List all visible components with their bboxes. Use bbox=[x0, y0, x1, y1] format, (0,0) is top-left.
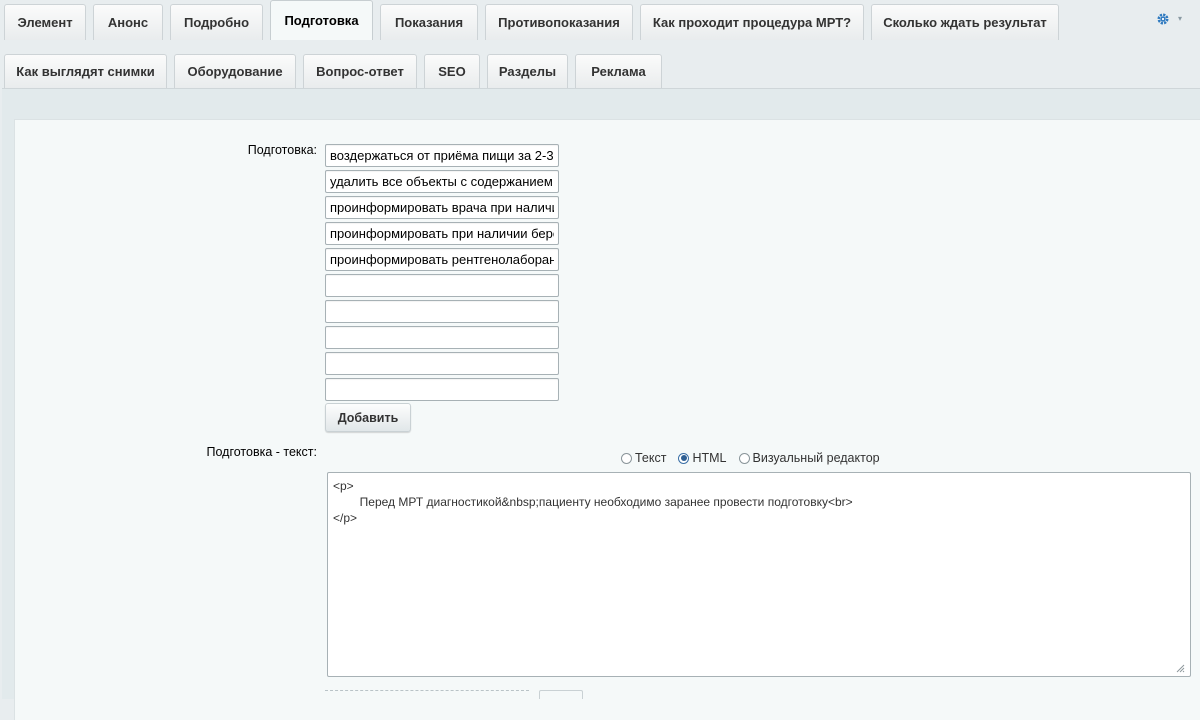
prep-text-label: Подготовка - текст: bbox=[206, 445, 318, 459]
tab-seo[interactable]: SEO bbox=[424, 54, 480, 88]
mode-text-label: Текст bbox=[635, 451, 667, 465]
tab-details[interactable]: Подробно bbox=[170, 4, 263, 40]
radio-icon[interactable] bbox=[621, 452, 632, 464]
tab-bar-secondary: Как выглядят снимки Оборудование Вопрос-… bbox=[0, 52, 1200, 88]
prep-item-input[interactable] bbox=[325, 144, 559, 167]
tab-procedure[interactable]: Как проходит процедура МРТ? bbox=[640, 4, 864, 40]
prep-item-input[interactable] bbox=[325, 326, 559, 349]
prep-item-input[interactable] bbox=[325, 352, 559, 375]
chevron-down-icon[interactable]: ▾ bbox=[1178, 14, 1182, 23]
editor-mode-switch: Текст HTML Визуальный редактор bbox=[621, 451, 892, 465]
prep-item-input[interactable] bbox=[325, 196, 559, 219]
tab-sections[interactable]: Разделы bbox=[487, 54, 568, 88]
html-editor-textarea[interactable]: <p> Перед МРТ диагностикой&nbsp;пациенту… bbox=[327, 472, 1191, 677]
tab-equipment[interactable]: Оборудование bbox=[174, 54, 296, 88]
tab-results-wait[interactable]: Сколько ждать результат bbox=[871, 4, 1059, 40]
prep-item-input[interactable] bbox=[325, 274, 559, 297]
tab-ads[interactable]: Реклама bbox=[575, 54, 662, 88]
tab-panel: Подготовка: Добавить Подготовка - текст:… bbox=[2, 88, 1200, 720]
tab-bar-primary: Элемент Анонс Подробно Подготовка Показа… bbox=[0, 0, 1200, 40]
prep-item-input[interactable] bbox=[325, 222, 559, 245]
prep-item-input[interactable] bbox=[325, 378, 559, 401]
tab-images[interactable]: Как выглядят снимки bbox=[4, 54, 167, 88]
resize-grip-icon[interactable] bbox=[1175, 663, 1185, 673]
mode-visual-label: Визуальный редактор bbox=[752, 451, 880, 465]
tab-element[interactable]: Элемент bbox=[4, 4, 86, 40]
prep-item-input[interactable] bbox=[325, 300, 559, 323]
mode-text-radio[interactable]: Текст bbox=[621, 451, 666, 465]
radio-icon[interactable] bbox=[738, 452, 750, 464]
prep-item-input[interactable] bbox=[325, 248, 559, 271]
tab-indications[interactable]: Показания bbox=[380, 4, 478, 40]
mode-visual-radio[interactable]: Визуальный редактор bbox=[738, 451, 880, 465]
gear-icon[interactable] bbox=[1154, 10, 1172, 28]
add-button[interactable]: Добавить bbox=[325, 403, 411, 432]
prep-label: Подготовка: bbox=[247, 143, 317, 157]
tab-faq[interactable]: Вопрос-ответ bbox=[303, 54, 417, 88]
tab-anons[interactable]: Анонс bbox=[93, 4, 163, 40]
prep-item-input[interactable] bbox=[325, 170, 559, 193]
radio-checked-icon[interactable] bbox=[678, 452, 690, 464]
mode-html-radio[interactable]: HTML bbox=[678, 451, 727, 465]
mode-html-label: HTML bbox=[692, 451, 727, 465]
tab-contraindications[interactable]: Противопоказания bbox=[485, 4, 633, 40]
form-area: Подготовка: Добавить Подготовка - текст:… bbox=[14, 119, 1200, 720]
tab-preparation[interactable]: Подготовка bbox=[270, 0, 373, 40]
